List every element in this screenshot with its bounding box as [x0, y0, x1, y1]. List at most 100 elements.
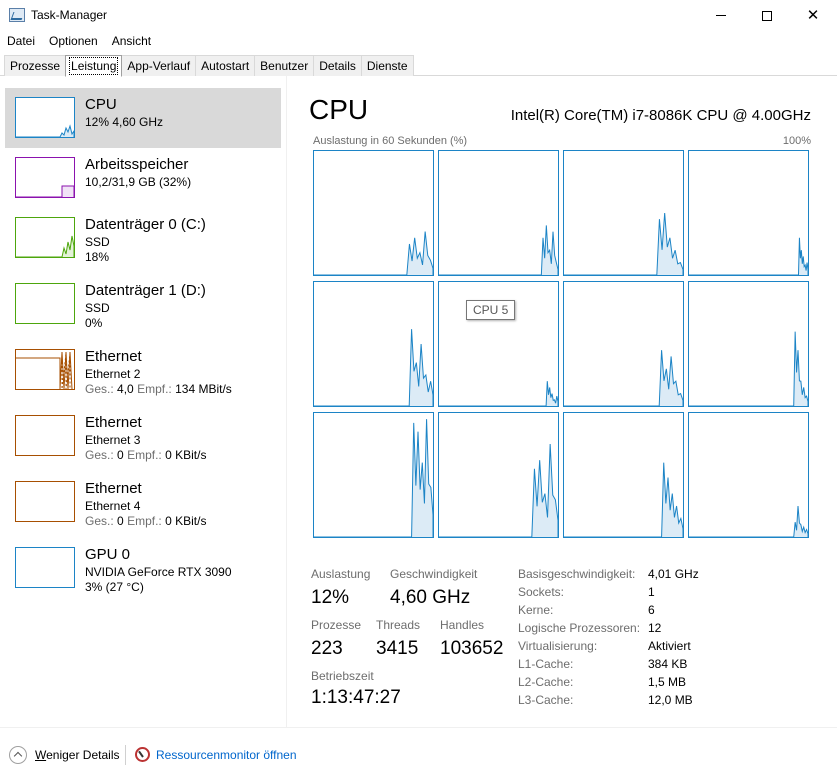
memory-thumbnail-graph	[15, 157, 75, 198]
sidebar-item-detail: 0%	[85, 316, 103, 330]
utilization-line	[314, 329, 433, 406]
close-button[interactable]: ✕	[790, 0, 836, 31]
cpu-core-graph[interactable]	[563, 150, 684, 276]
utilization-line	[689, 237, 808, 275]
threads-label: Threads	[376, 618, 421, 632]
spec-value: 384 KB	[648, 657, 688, 671]
spec-value: 12	[648, 621, 662, 635]
gpu-0-thumbnail-graph	[15, 547, 75, 588]
maximize-button[interactable]	[744, 0, 790, 31]
utilization-label: Auslastung	[311, 567, 371, 581]
resource-monitor-link[interactable]: Ressourcenmonitor öffnen	[156, 748, 297, 762]
utilization-line	[564, 212, 683, 275]
spec-label: L3-Cache:	[518, 693, 574, 707]
cpu-core-graph[interactable]	[438, 150, 559, 276]
maximize-icon	[762, 10, 772, 21]
cpu-thumbnail-graph	[15, 97, 75, 138]
sidebar-item-ethernet-3[interactable]: Ethernet Ethernet 3 Ges.: 0 Empf.: 0 KBi…	[5, 406, 281, 466]
utilization-line	[689, 331, 808, 406]
sidebar-item-memory[interactable]: Arbeitsspeicher 10,2/31,9 GB (32%)	[5, 148, 281, 208]
sidebar-item-title: CPU	[85, 96, 117, 113]
footer-divider	[125, 745, 126, 765]
cpu-core-graph-line	[439, 443, 558, 537]
ethernet-2-thumbnail-graph	[15, 349, 75, 390]
tab-leistung[interactable]: Leistung	[65, 55, 123, 77]
menu-ansicht[interactable]: Ansicht	[105, 31, 158, 53]
cpu-core-graph[interactable]	[313, 150, 434, 276]
cpu-core-graph-line	[564, 350, 683, 406]
fewer-details-button[interactable]: Weniger Details	[35, 748, 119, 762]
cpu-core-graph[interactable]	[688, 412, 809, 538]
sidebar-item-throughput: Ges.: 0 Empf.: 0 KBit/s	[85, 514, 207, 528]
cpu-core-graph-line	[689, 237, 808, 275]
close-icon: ✕	[806, 7, 820, 24]
chevron-up-icon[interactable]	[9, 746, 27, 764]
tab-benutzer[interactable]: Benutzer	[254, 55, 315, 76]
cpu-core-graph[interactable]	[438, 412, 559, 538]
menu-optionen[interactable]: Optionen	[42, 31, 105, 53]
utilization-value: 12%	[311, 587, 350, 608]
sidebar-item-title: Ethernet	[85, 480, 142, 497]
graph-max-label: 100%	[782, 135, 811, 147]
sidebar-item-gpu-0[interactable]: GPU 0 NVIDIA GeForce RTX 3090 3% (27 °C)	[5, 538, 281, 598]
spec-value: 1	[648, 585, 655, 599]
ethernet-4-thumbnail-graph	[15, 481, 75, 522]
cpu-core-graph[interactable]	[313, 281, 434, 407]
uptime-label: Betriebszeit	[311, 669, 374, 683]
tab-autostart[interactable]: Autostart	[195, 55, 256, 76]
sidebar-item-detail: 18%	[85, 250, 110, 264]
uptime-value: 1:13:47:27	[311, 687, 401, 708]
handles-value: 103652	[440, 638, 504, 659]
sidebar-item-throughput: Ges.: 0 Empf.: 0 KBit/s	[85, 448, 207, 462]
sidebar-item-ethernet-2[interactable]: Ethernet Ethernet 2 Ges.: 4,0 Empf.: 134…	[5, 340, 281, 400]
menu-datei[interactable]: Datei	[0, 31, 42, 53]
cpu-core-graph-line	[689, 331, 808, 406]
cpu-core-graph[interactable]	[563, 281, 684, 407]
sidebar-item-disk-0[interactable]: Datenträger 0 (C:) SSD 18%	[5, 208, 281, 268]
spec-label: Basisgeschwindigkeit:	[518, 567, 636, 581]
utilization-line	[314, 231, 433, 275]
handles-label: Handles	[440, 618, 485, 632]
spec-label: L1-Cache:	[518, 657, 574, 671]
utilization-line	[689, 505, 808, 537]
utilization-line	[564, 462, 683, 537]
graph-tooltip: CPU 5	[466, 300, 516, 320]
minimize-button[interactable]	[698, 0, 744, 31]
spec-value: Aktiviert	[648, 639, 691, 653]
spec-value: 1,5 MB	[648, 675, 687, 689]
sidebar-item-title: Ethernet	[85, 414, 142, 431]
utilization-line	[314, 419, 433, 537]
tab-app-verlauf[interactable]: App-Verlauf	[121, 55, 197, 76]
tab-prozesse[interactable]: Prozesse	[4, 55, 67, 76]
spec-label: L2-Cache:	[518, 675, 574, 689]
cpu-core-graph[interactable]	[563, 412, 684, 538]
cpu-core-graph[interactable]	[688, 281, 809, 407]
utilization-line	[439, 225, 558, 275]
tab-bar: Prozesse Leistung App-Verlauf Autostart …	[0, 53, 837, 77]
resource-monitor-icon	[135, 747, 150, 762]
page-title: CPU	[309, 94, 369, 125]
sidebar-item-disk-1[interactable]: Datenträger 1 (D:) SSD 0%	[5, 274, 281, 334]
sidebar-item-detail: NVIDIA GeForce RTX 3090	[85, 565, 232, 579]
footer-bar: Weniger Details Ressourcenmonitor öffnen	[0, 727, 837, 780]
sidebar-item-ethernet-4[interactable]: Ethernet Ethernet 4 Ges.: 0 Empf.: 0 KBi…	[5, 472, 281, 532]
cpu-core-graph-line	[314, 419, 433, 537]
sidebar-item-title: Datenträger 1 (D:)	[85, 282, 206, 299]
utilization-line	[439, 381, 558, 406]
sidebar-item-cpu[interactable]: CPU 12% 4,60 GHz	[5, 88, 281, 148]
cpu-core-graph[interactable]	[313, 412, 434, 538]
title-bar: Task-Manager ✕	[0, 0, 837, 31]
sidebar-item-detail: Ethernet 2	[85, 367, 141, 381]
tab-details[interactable]: Details	[313, 55, 362, 76]
sidebar-item-detail: 3% (27 °C)	[85, 580, 144, 594]
spec-value: 6	[648, 603, 655, 617]
utilization-line	[564, 350, 683, 406]
logical-processor-graphs[interactable]	[313, 150, 811, 540]
spec-value: 4,01 GHz	[648, 567, 699, 581]
ethernet-3-thumbnail-graph	[15, 415, 75, 456]
speed-label: Geschwindigkeit	[390, 567, 478, 581]
sidebar-item-title: Ethernet	[85, 348, 142, 365]
window-title: Task-Manager	[31, 8, 108, 22]
tab-dienste[interactable]: Dienste	[360, 55, 414, 76]
cpu-core-graph[interactable]	[688, 150, 809, 276]
